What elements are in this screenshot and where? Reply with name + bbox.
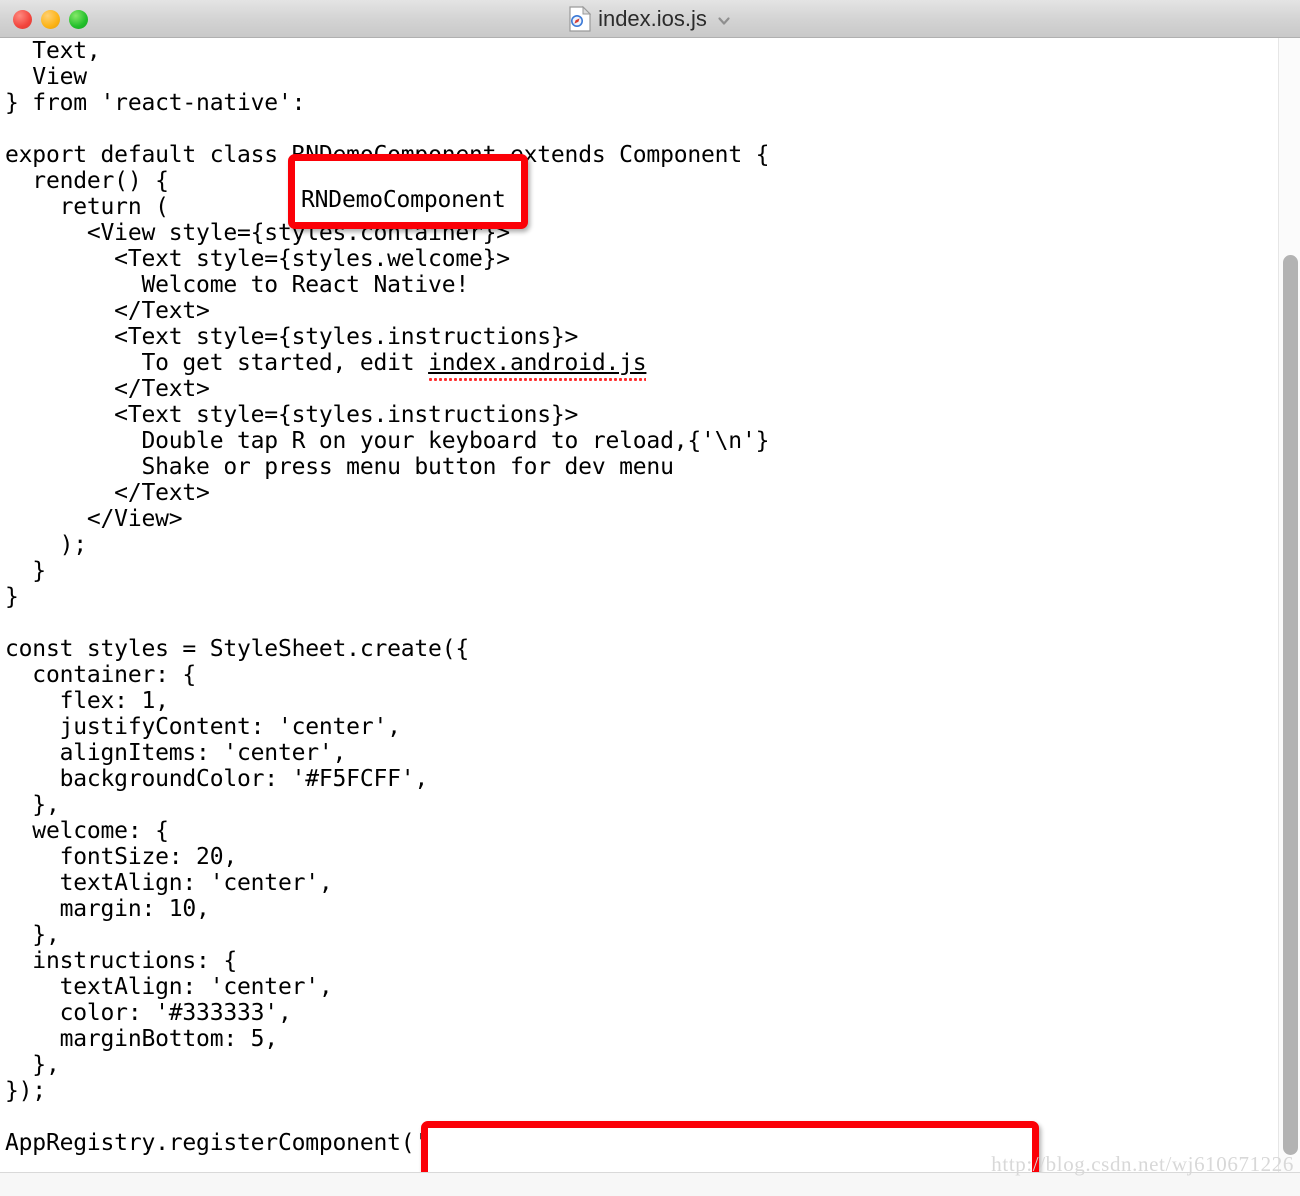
code-editor-window: index.ios.js Text, View } from 'react-na… <box>0 0 1300 1196</box>
chevron-down-icon[interactable] <box>717 14 731 28</box>
register-component-highlight-box: 'RNDemoComponent', () => RNDemoComponent… <box>421 1121 1039 1172</box>
class-name-highlight-box: RNDemoComponent <box>288 154 528 229</box>
misspelled-filename-token: index.android.js <box>428 350 647 376</box>
window-titlebar: index.ios.js <box>0 0 1300 38</box>
code-segment-1: Text, View } from 'react-native': export… <box>5 38 306 168</box>
code-segment-3: </Text> <Text style={styles.instructions… <box>5 376 770 1156</box>
vertical-scrollbar-thumb[interactable] <box>1283 255 1298 1155</box>
js-document-icon <box>569 5 592 32</box>
vertical-scrollbar[interactable] <box>1278 38 1300 1172</box>
editor-surface[interactable]: Text, View } from 'react-native': export… <box>0 38 1300 1172</box>
window-title: index.ios.js <box>598 6 707 31</box>
class-name-highlight-label: RNDemoComponent <box>301 187 506 213</box>
window-title-group: index.ios.js <box>0 0 1300 38</box>
watermark: http://blog.csdn.net/wj610671226 <box>991 1152 1294 1176</box>
